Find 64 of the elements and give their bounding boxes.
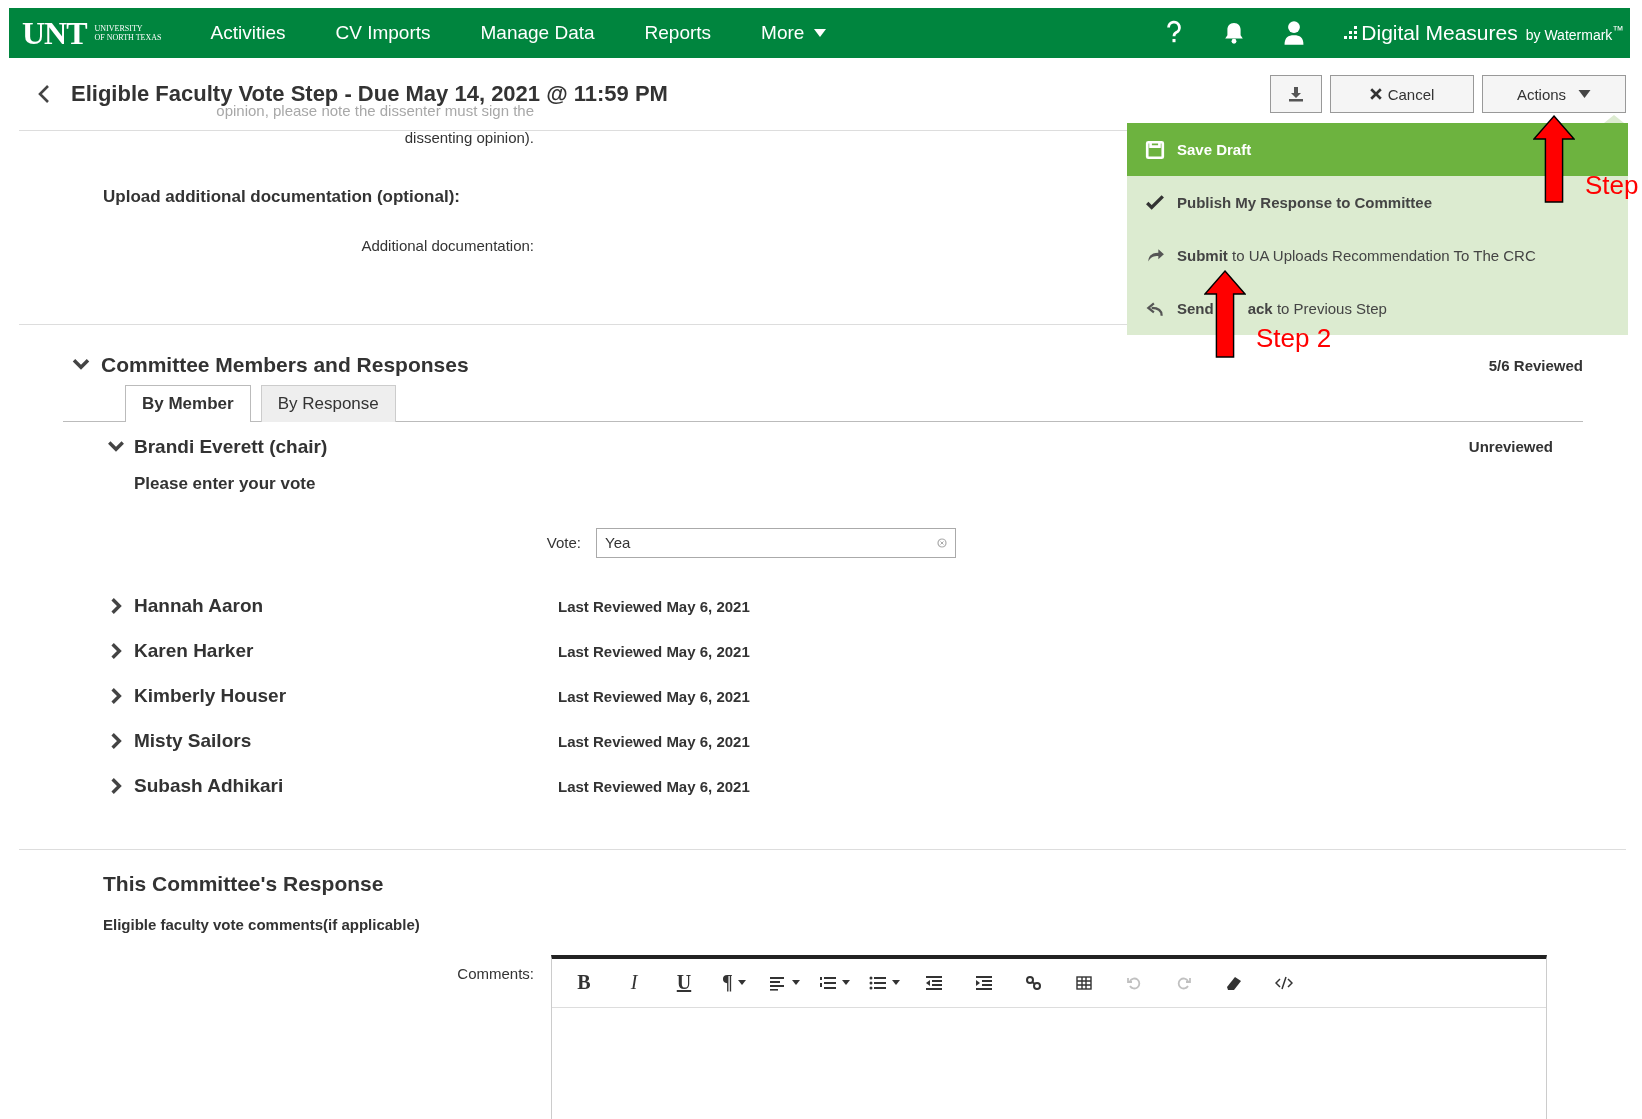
close-icon [1369, 88, 1382, 100]
review-status: Last Reviewed May 6, 2021 [558, 732, 750, 750]
field-label: Vote: [545, 534, 581, 551]
vote-field[interactable]: Yea [596, 527, 956, 558]
back-icon[interactable] [37, 84, 51, 104]
code-icon [1275, 974, 1293, 991]
actions-button[interactable]: Actions [1482, 75, 1626, 113]
link-icon [1025, 974, 1043, 991]
caret-icon [737, 980, 746, 985]
ordered-list-icon [818, 974, 837, 991]
caret-icon [1578, 90, 1592, 98]
bullet-list-icon [868, 974, 887, 991]
outdent-icon [925, 974, 943, 991]
vote-prompt: Please enter your vote [134, 473, 317, 494]
caret-icon [891, 980, 900, 985]
section-subheading: Eligible faculty vote comments(if applicable) [103, 915, 421, 933]
tab[interactable]: By Response [260, 385, 396, 422]
field-label: Additional documentation: [360, 237, 534, 254]
italic-button[interactable]: I [612, 964, 656, 1001]
member-name[interactable]: Karen Harker [134, 640, 558, 662]
chevron-icon[interactable] [71, 358, 91, 372]
menu-item[interactable]: Submit to UA Uploads Recommendation To The CRC [1127, 229, 1544, 282]
section-heading: Upload additional documentation (optional): [103, 187, 460, 207]
member-name[interactable]: Brandi Everett (chair) [134, 435, 558, 458]
review-count: 5/6 Reviewed [1488, 356, 1583, 374]
field-label: Comments: [456, 964, 534, 984]
nav-menu-item[interactable]: Activities [185, 22, 311, 44]
member-name[interactable]: Hannah Aaron [134, 595, 558, 617]
review-status: Last Reviewed May 6, 2021 [558, 687, 750, 705]
comments-editor[interactable]: B I U ¶ [551, 954, 1547, 1119]
review-status: Last Reviewed May 6, 2021 [558, 642, 750, 660]
bold-button[interactable]: B [562, 964, 606, 1001]
tab[interactable]: By Member [125, 385, 251, 422]
eraser-icon [1225, 974, 1243, 991]
user-icon[interactable] [1283, 20, 1306, 46]
download-icon [1288, 86, 1304, 102]
cancel-button[interactable]: Cancel [1330, 75, 1474, 113]
member-name[interactable]: Misty Sailors [134, 730, 558, 752]
nav-menu-item[interactable]: Reports [619, 22, 737, 44]
indent-icon [975, 974, 993, 991]
caret-icon [841, 980, 850, 985]
bell-icon[interactable] [1223, 20, 1246, 46]
menu-item[interactable]: Publish My Response to Committee [1127, 176, 1441, 229]
review-status: Unreviewed [1468, 438, 1553, 455]
nav-menu-item[interactable]: More [736, 22, 852, 44]
brand-logo: Digital Measures by Watermark$^{™}$ [1343, 21, 1624, 45]
table-icon [1075, 974, 1093, 991]
review-status: Last Reviewed May 6, 2021 [558, 597, 750, 615]
step-label: Step 2 [1256, 323, 1332, 354]
nav-menu-item[interactable]: Manage Data [455, 22, 620, 44]
caret-icon [791, 980, 800, 985]
nav-menu-item[interactable]: CV Imports [310, 22, 456, 44]
section-heading: Committee Members and Responses [101, 353, 469, 377]
section-heading: This Committee's Response [103, 871, 385, 896]
paragraph-button[interactable]: ¶ [712, 964, 756, 1001]
member-name[interactable]: Subash Adhikari [134, 775, 558, 797]
save-icon [1145, 139, 1165, 160]
scrolled-text: dissenting opinion). [403, 129, 534, 146]
underline-button[interactable]: U [662, 964, 706, 1001]
review-status: Last Reviewed May 6, 2021 [558, 777, 750, 795]
check-icon [1145, 192, 1165, 213]
member-name[interactable]: Kimberly Houser [134, 685, 558, 707]
align-icon [768, 974, 787, 991]
download-button[interactable] [1270, 75, 1322, 113]
